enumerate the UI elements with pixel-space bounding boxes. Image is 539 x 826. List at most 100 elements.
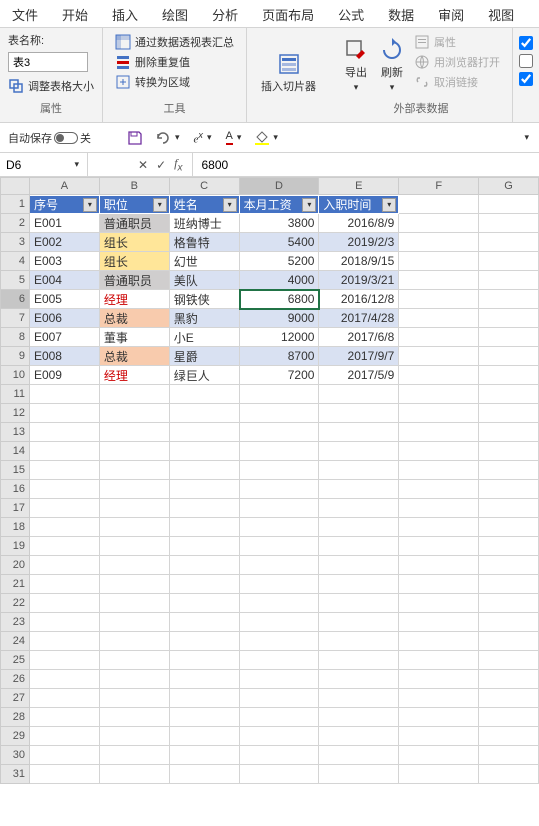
cell[interactable] — [319, 670, 399, 689]
column-header[interactable]: D — [240, 177, 320, 195]
undo-button[interactable]: ▾ — [155, 130, 182, 146]
cell[interactable]: E001 — [30, 214, 100, 233]
cell[interactable] — [30, 689, 100, 708]
cell[interactable] — [170, 594, 240, 613]
cell[interactable] — [319, 708, 399, 727]
cell[interactable] — [240, 423, 320, 442]
cell[interactable] — [399, 708, 479, 727]
cell[interactable] — [479, 670, 539, 689]
cell[interactable] — [240, 385, 320, 404]
row-header[interactable]: 3 — [0, 233, 30, 252]
row-header[interactable]: 9 — [0, 347, 30, 366]
cell[interactable] — [319, 765, 399, 784]
cell[interactable] — [170, 423, 240, 442]
cell[interactable]: 班纳博士 — [170, 214, 240, 233]
cell[interactable]: 2017/5/9 — [319, 366, 399, 385]
table-header-cell[interactable]: 本月工资▾ — [240, 195, 320, 214]
cell[interactable] — [170, 480, 240, 499]
cell[interactable] — [170, 632, 240, 651]
filter-button[interactable]: ▾ — [223, 198, 237, 212]
cell[interactable]: 2019/2/3 — [319, 233, 399, 252]
row-header[interactable]: 12 — [0, 404, 30, 423]
cell[interactable] — [170, 746, 240, 765]
cell[interactable]: 2017/6/8 — [319, 328, 399, 347]
cell[interactable] — [399, 347, 479, 366]
cell[interactable] — [100, 746, 170, 765]
convert-button[interactable]: 转换为区域 — [115, 74, 234, 90]
cell[interactable] — [479, 537, 539, 556]
cell[interactable] — [100, 670, 170, 689]
cell[interactable] — [399, 309, 479, 328]
cell[interactable] — [30, 651, 100, 670]
cell[interactable] — [240, 556, 320, 575]
cell[interactable]: 2018/9/15 — [319, 252, 399, 271]
row-header[interactable]: 29 — [0, 727, 30, 746]
formula-input[interactable] — [201, 158, 531, 172]
column-header[interactable]: E — [319, 177, 399, 195]
row-header[interactable]: 14 — [0, 442, 30, 461]
cell[interactable] — [30, 594, 100, 613]
cell[interactable] — [170, 404, 240, 423]
refresh-button[interactable]: 刷新 ▾ — [374, 32, 410, 98]
cell[interactable]: 总裁 — [100, 347, 170, 366]
cell[interactable] — [399, 499, 479, 518]
cell[interactable] — [100, 423, 170, 442]
ribbon-tab[interactable]: 绘图 — [150, 0, 200, 27]
cell[interactable]: 3800 — [240, 214, 320, 233]
cell[interactable] — [100, 461, 170, 480]
cell[interactable] — [240, 537, 320, 556]
row-header[interactable]: 8 — [0, 328, 30, 347]
cell[interactable] — [100, 385, 170, 404]
cell[interactable] — [479, 556, 539, 575]
cell[interactable] — [479, 575, 539, 594]
row-header[interactable]: 15 — [0, 461, 30, 480]
cell[interactable] — [170, 385, 240, 404]
cell[interactable]: E008 — [30, 347, 100, 366]
filter-button[interactable]: ▾ — [302, 198, 316, 212]
cell[interactable] — [30, 385, 100, 404]
cell[interactable] — [100, 404, 170, 423]
ribbon-tab[interactable]: 页面布局 — [250, 0, 326, 27]
cell[interactable]: 组长 — [100, 233, 170, 252]
row-header[interactable]: 6 — [0, 290, 30, 309]
cell[interactable] — [399, 290, 479, 309]
cell[interactable]: 格鲁特 — [170, 233, 240, 252]
cell[interactable] — [30, 480, 100, 499]
cell[interactable] — [30, 708, 100, 727]
cell[interactable] — [319, 442, 399, 461]
spreadsheet-grid[interactable]: ABCDEFG1序号▾职位▾姓名▾本月工资▾入职时间▾2E001普通职员班纳博士… — [0, 177, 539, 784]
font-color-button[interactable]: A▾ — [226, 130, 244, 145]
cell[interactable] — [479, 442, 539, 461]
cell[interactable] — [399, 366, 479, 385]
cell[interactable] — [30, 632, 100, 651]
row-header[interactable]: 16 — [0, 480, 30, 499]
cell[interactable] — [479, 765, 539, 784]
cell[interactable]: E004 — [30, 271, 100, 290]
cell[interactable]: 12000 — [240, 328, 320, 347]
row-header[interactable]: 22 — [0, 594, 30, 613]
row-header[interactable]: 7 — [0, 309, 30, 328]
cell[interactable] — [100, 613, 170, 632]
cell[interactable] — [30, 423, 100, 442]
cell[interactable]: 美队 — [170, 271, 240, 290]
pivot-button[interactable]: 通过数据透视表汇总 — [115, 34, 234, 50]
cell[interactable] — [319, 613, 399, 632]
ribbon-tab[interactable]: 审阅 — [426, 0, 476, 27]
cell[interactable] — [170, 537, 240, 556]
cell[interactable]: E007 — [30, 328, 100, 347]
cell[interactable] — [100, 708, 170, 727]
name-box[interactable]: ▾ — [0, 153, 88, 176]
checkbox-1[interactable] — [519, 36, 533, 50]
filter-button[interactable]: ▾ — [382, 198, 396, 212]
cell[interactable] — [30, 556, 100, 575]
cell[interactable]: 2016/8/9 — [319, 214, 399, 233]
cell[interactable] — [30, 765, 100, 784]
cell[interactable] — [479, 404, 539, 423]
cell[interactable] — [240, 632, 320, 651]
filter-button[interactable]: ▾ — [153, 198, 167, 212]
cell[interactable] — [479, 252, 539, 271]
cell[interactable] — [100, 727, 170, 746]
cell[interactable] — [479, 423, 539, 442]
name-box-input[interactable] — [6, 158, 66, 172]
cell[interactable]: E002 — [30, 233, 100, 252]
